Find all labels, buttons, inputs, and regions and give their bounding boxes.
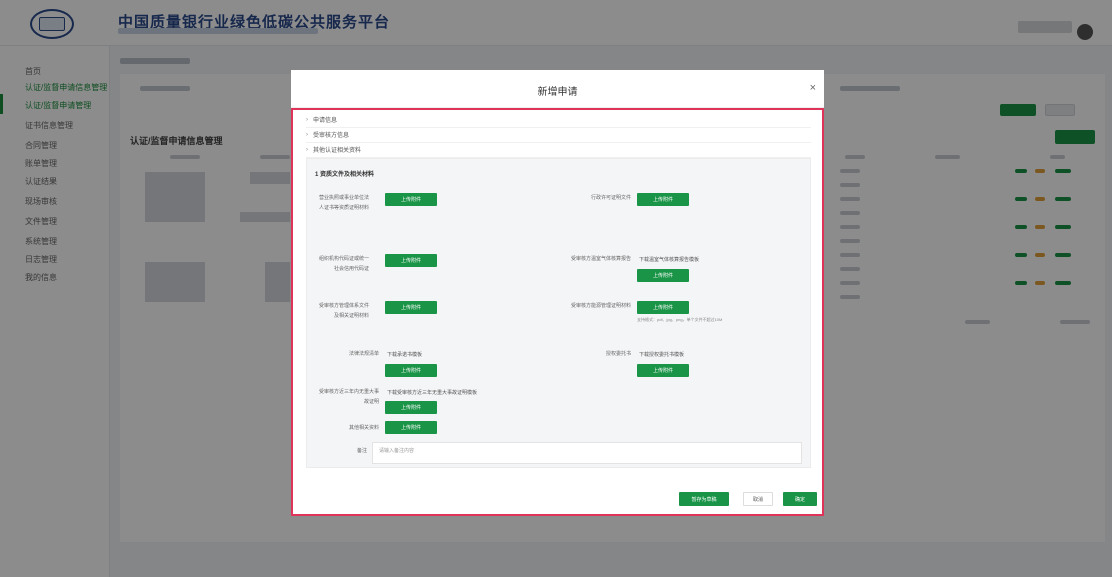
accordion-other-materials[interactable]: › 其他认证相关资料 — [306, 142, 811, 158]
modal-footer: 暂存为草稿 取消 确定 — [291, 484, 824, 516]
download-template-link[interactable]: 下载承诺书模板 — [387, 351, 422, 358]
remark-input[interactable]: 请输入备注内容 — [372, 442, 802, 464]
chevron-right-icon: › — [306, 131, 308, 138]
upload-button[interactable]: 上传附件 — [385, 421, 437, 434]
chevron-right-icon: › — [306, 116, 308, 123]
accordion-label: 受审核方信息 — [313, 133, 350, 139]
download-template-link[interactable]: 下载温室气体核算报告模板 — [639, 256, 699, 263]
upload-hint: 支持格式：pdf、jpg、png，单个文件不超过10M — [637, 317, 723, 322]
field-label: 法律法规清单 — [348, 351, 379, 357]
field-label: 行政许可证明文件 — [590, 195, 631, 201]
download-template-link[interactable]: 下载受审核方近三年无重大事故证明模板 — [387, 389, 477, 396]
confirm-button[interactable]: 确定 — [783, 492, 817, 506]
upload-button[interactable]: 上传附件 — [637, 301, 689, 314]
modal-header: 新增申请 × — [291, 70, 824, 108]
section-title: 1 资质文件及相关材料 — [315, 172, 375, 178]
accordion-label: 申请信息 — [313, 118, 338, 124]
upload-button[interactable]: 上传附件 — [385, 193, 437, 206]
upload-form: 1 资质文件及相关材料 营业执照或事业单位法人证书等资质证明材料 上传附件 组织… — [306, 158, 811, 468]
upload-button[interactable]: 上传附件 — [637, 193, 689, 206]
field-label: 受审核方能源管理证明材料 — [570, 303, 631, 309]
remark-label: 备注 — [356, 448, 367, 454]
save-draft-button[interactable]: 暂存为草稿 — [679, 492, 729, 506]
field-label: 其他相关资料 — [348, 425, 379, 431]
accordion-label: 其他认证相关资料 — [313, 148, 362, 154]
accordion-auditee-info[interactable]: › 受审核方信息 — [306, 127, 811, 143]
chevron-down-icon: › — [306, 146, 308, 153]
download-template-link[interactable]: 下载授权委托书模板 — [639, 351, 684, 358]
field-label: 营业执照或事业单位法人证书等资质证明材料 — [319, 195, 370, 211]
close-icon[interactable]: × — [810, 82, 816, 94]
accordion-application-info[interactable]: › 申请信息 — [306, 112, 811, 128]
upload-button[interactable]: 上传附件 — [385, 401, 437, 414]
field-label: 授权委托书 — [605, 351, 631, 357]
field-label: 受审核方管理体系文件及相关证明材料 — [319, 303, 370, 319]
field-label: 受审核方温室气体核算报告 — [570, 256, 631, 262]
upload-button[interactable]: 上传附件 — [637, 269, 689, 282]
upload-button[interactable]: 上传附件 — [385, 254, 437, 267]
field-label: 组织机构代码证或统一社会信用代码证 — [319, 256, 370, 272]
field-label: 受审核方近三年内无重大事故证明 — [319, 389, 380, 405]
application-modal: 新增申请 × › 申请信息 › 受审核方信息 › 其他认证相关资料 1 资质文件… — [291, 70, 824, 516]
modal-title: 新增申请 — [537, 87, 578, 98]
upload-button[interactable]: 上传附件 — [385, 301, 437, 314]
upload-button[interactable]: 上传附件 — [385, 364, 437, 377]
upload-button[interactable]: 上传附件 — [637, 364, 689, 377]
cancel-button[interactable]: 取消 — [743, 492, 773, 506]
